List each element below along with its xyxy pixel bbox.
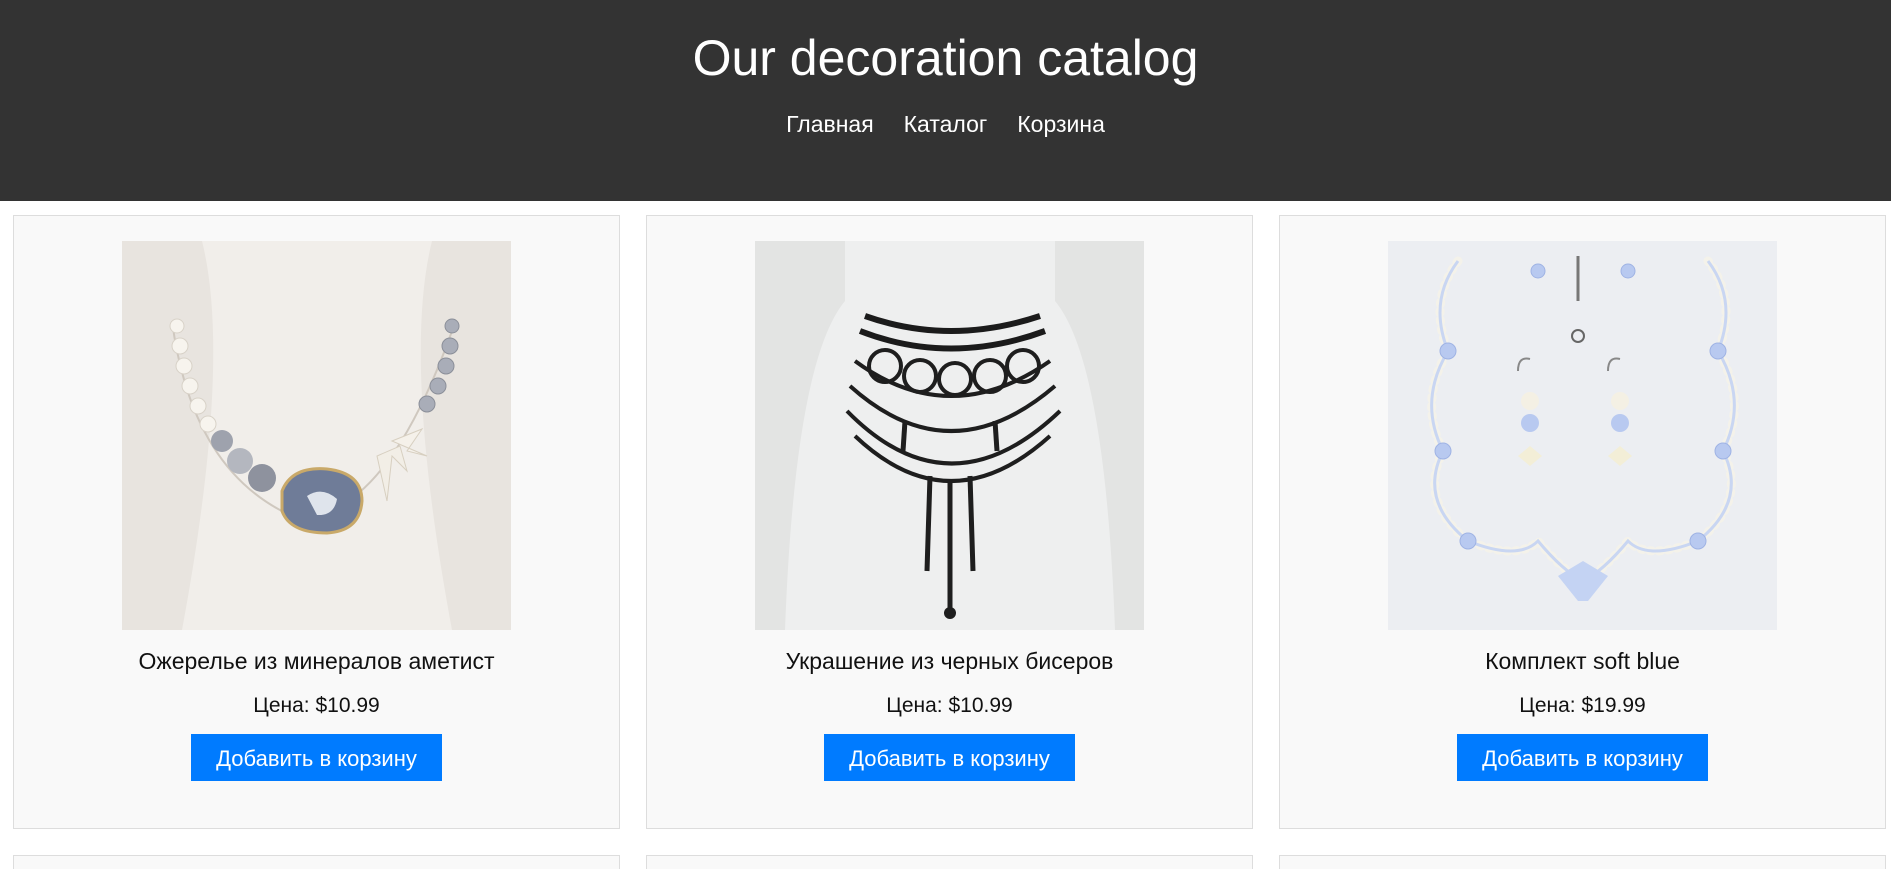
product-card: Украшение из черных бисеров Цена: $10.99…	[646, 215, 1253, 829]
product-name: Украшение из черных бисеров	[785, 648, 1114, 674]
main-nav: Главная Каталог Корзина	[0, 109, 1891, 139]
nav-link-home[interactable]: Главная	[786, 109, 874, 139]
product-image[interactable]	[755, 241, 1144, 630]
product-price: Цена: $10.99	[886, 694, 1013, 717]
product-price: Цена: $10.99	[253, 694, 380, 717]
product-card: Ожерелье из минералов аметист Цена: $10.…	[13, 215, 620, 829]
product-image[interactable]	[1388, 241, 1777, 630]
add-to-cart-button[interactable]: Добавить в корзину	[1457, 734, 1708, 781]
site-header: Our decoration catalog Главная Каталог К…	[0, 0, 1891, 201]
nav-link-cart[interactable]: Корзина	[1017, 109, 1105, 139]
add-to-cart-button[interactable]: Добавить в корзину	[191, 734, 442, 781]
page-title: Our decoration catalog	[692, 30, 1199, 86]
pearl-agate-necklace-image	[122, 241, 511, 630]
product-card: Комплект soft blue Цена: $19.99 Добавить…	[1279, 215, 1886, 829]
product-name: Ожерелье из минералов аметист	[138, 648, 495, 674]
product-card-partial	[646, 855, 1253, 869]
product-name: Комплект soft blue	[1485, 648, 1680, 674]
black-bead-collar-image	[755, 241, 1144, 630]
product-image[interactable]	[122, 241, 511, 630]
add-to-cart-button[interactable]: Добавить в корзину	[824, 734, 1075, 781]
product-price: Цена: $19.99	[1519, 694, 1646, 717]
nav-link-catalog[interactable]: Каталог	[904, 109, 988, 139]
product-card-partial	[13, 855, 620, 869]
product-card-partial	[1279, 855, 1886, 869]
soft-blue-jewelry-set-image	[1388, 241, 1777, 630]
